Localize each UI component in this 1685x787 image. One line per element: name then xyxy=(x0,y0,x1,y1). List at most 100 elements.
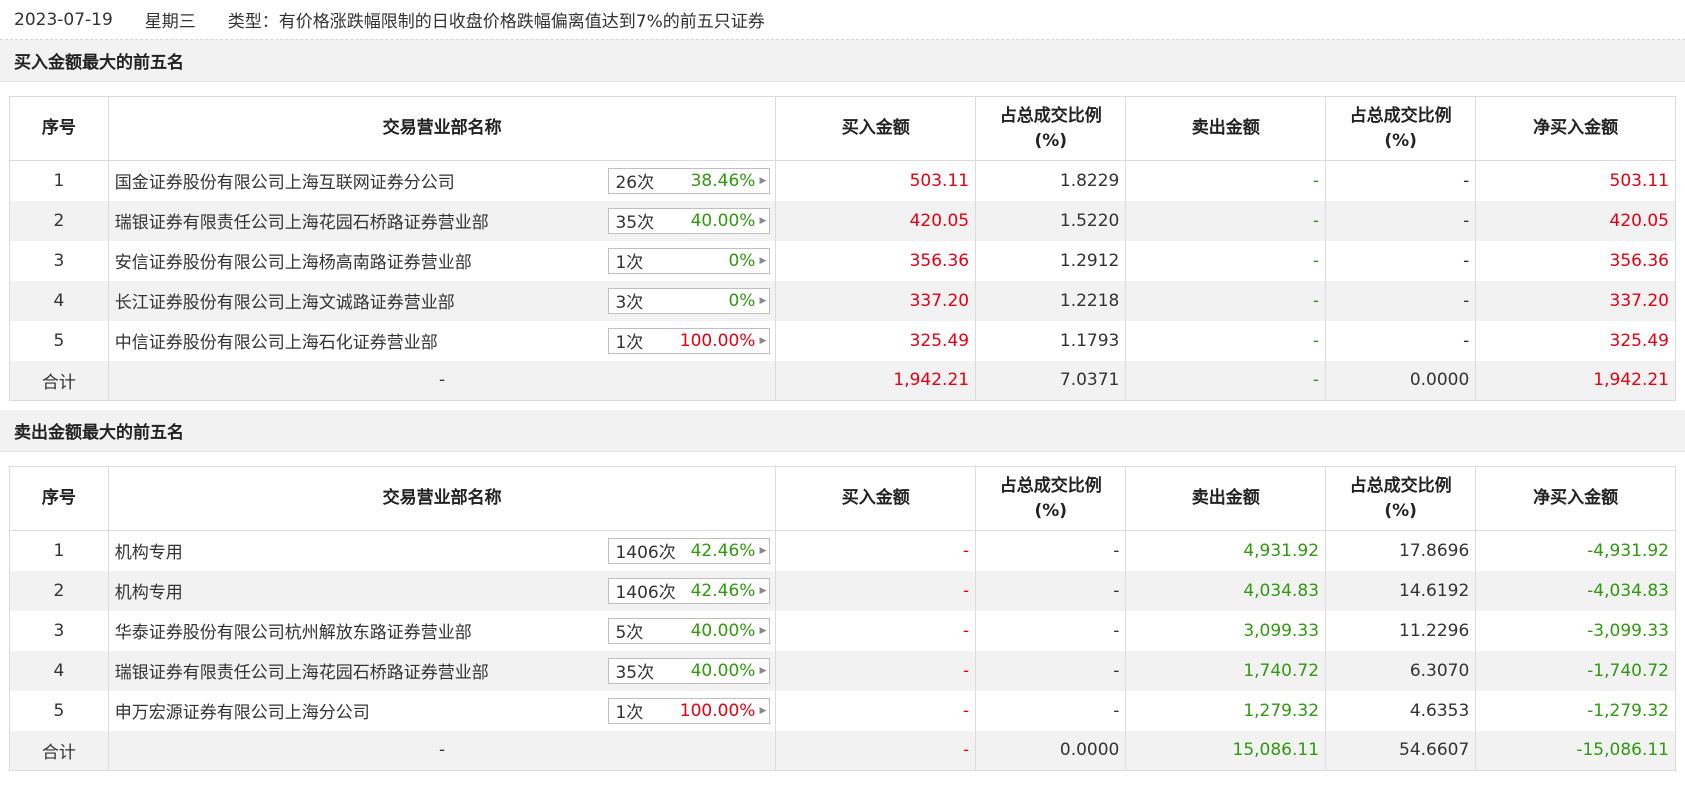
total-net-buy: -15,086.11 xyxy=(1475,730,1676,771)
branch-stats-button[interactable]: 26次 38.46% ▶ xyxy=(608,167,771,194)
total-sell-ratio: 54.6607 xyxy=(1325,730,1477,771)
total-sell-amount: - xyxy=(1125,360,1327,401)
buy-amount: - xyxy=(775,610,977,651)
listing-count: 1次 xyxy=(615,703,644,723)
col-net-buy: 净买入金额 xyxy=(1475,466,1676,531)
branch-stats-button[interactable]: 1次 100.00% ▶ xyxy=(608,327,771,354)
buy-top5-table: 序号 交易营业部名称 买入金额 占总成交比例 (%) 卖出金额 占总成交比例 (%)… xyxy=(9,96,1676,401)
sell-amount: 1,740.72 xyxy=(1125,650,1327,691)
branch-stats-button[interactable]: 1次 0% ▶ xyxy=(608,247,771,274)
buy-ratio: 1.8229 xyxy=(975,160,1127,201)
branch-name-link[interactable]: 华泰证券股份有限公司杭州解放东路证券营业部 xyxy=(115,618,472,643)
total-buy-ratio: 7.0371 xyxy=(975,360,1127,401)
buy-ratio: - xyxy=(975,690,1127,731)
table-row: 3 华泰证券股份有限公司杭州解放东路证券营业部 5次 40.00% ▶ - -3,099.3… xyxy=(9,610,1676,651)
branch-name-link[interactable]: 长江证券股份有限公司上海文诚路证券营业部 xyxy=(115,288,455,313)
col-buy-ratio: 占总成交比例 (%) xyxy=(975,96,1127,161)
listing-count: 1次 xyxy=(615,333,644,353)
sell-amount: 4,931.92 xyxy=(1125,530,1327,571)
table-row: 1 国金证券股份有限公司上海互联网证券分公司 26次 38.46% ▶ 503.11 1.8… xyxy=(9,160,1676,201)
branch-cell: 瑞银证券有限责任公司上海花园石桥路证券营业部 35次 40.00% ▶ xyxy=(107,650,777,691)
branch-stats-button[interactable]: 3次 0% ▶ xyxy=(608,287,771,314)
branch-stats-button[interactable]: 1次 100.00% ▶ xyxy=(608,697,771,724)
row-index: 3 xyxy=(9,610,109,651)
total-buy-amount: - xyxy=(775,730,977,771)
row-index: 5 xyxy=(9,320,109,361)
table-row: 2 机构专用 1406次 42.46% ▶ - -4,034.83 14.6192 -4,034… xyxy=(9,570,1676,611)
col-branch-name: 交易营业部名称 xyxy=(107,96,777,161)
table-row: 4 瑞银证券有限责任公司上海花园石桥路证券营业部 35次 40.00% ▶ - -1,740… xyxy=(9,650,1676,691)
listing-count: 26次 xyxy=(615,173,655,194)
branch-cell: 长江证券股份有限公司上海文诚路证券营业部 3次 0% ▶ xyxy=(107,280,777,321)
table-row: 2 瑞银证券有限责任公司上海花园石桥路证券营业部 35次 40.00% ▶ 420.05 1… xyxy=(9,200,1676,241)
col-buy-ratio: 占总成交比例 (%) xyxy=(975,466,1127,531)
row-index: 2 xyxy=(9,200,109,241)
col-buy-amount: 买入金额 xyxy=(775,466,977,531)
weekday: 星期三 xyxy=(144,12,196,32)
col-net-buy: 净买入金额 xyxy=(1475,96,1676,161)
win-rate: 100.00% xyxy=(679,330,756,351)
total-branch-name: - xyxy=(107,360,777,401)
caret-right-icon: ▶ xyxy=(759,625,767,636)
table-row: 3 安信证券股份有限公司上海杨高南路证券营业部 1次 0% ▶ 356.36 1.2912-… xyxy=(9,240,1676,281)
total-sell-amount: 15,086.11 xyxy=(1125,730,1327,771)
net-buy-amount: 337.20 xyxy=(1475,280,1676,321)
branch-name-link[interactable]: 国金证券股份有限公司上海互联网证券分公司 xyxy=(115,168,455,193)
net-buy-amount: -4,931.92 xyxy=(1475,530,1676,571)
col-sell-amount: 卖出金额 xyxy=(1125,96,1327,161)
sell-section-title: 卖出金额最大的前五名 xyxy=(0,410,1685,452)
row-index: 3 xyxy=(9,240,109,281)
sell-ratio: 11.2296 xyxy=(1325,610,1477,651)
branch-stats-button[interactable]: 35次 40.00% ▶ xyxy=(608,207,771,234)
sell-amount: 4,034.83 xyxy=(1125,570,1327,611)
branch-stats-button[interactable]: 1406次 42.46% ▶ xyxy=(608,537,771,564)
sell-ratio: - xyxy=(1325,240,1477,281)
branch-name-link[interactable]: 机构专用 xyxy=(115,578,183,603)
listing-count: 1406次 xyxy=(615,583,676,603)
branch-name-link[interactable]: 中信证券股份有限公司上海石化证券营业部 xyxy=(115,328,438,353)
sell-amount: - xyxy=(1125,280,1327,321)
net-buy-amount: 420.05 xyxy=(1475,200,1676,241)
caret-right-icon: ▶ xyxy=(759,705,767,716)
total-buy-amount: 1,942.21 xyxy=(775,360,977,401)
win-rate: 38.46% xyxy=(690,170,756,191)
sell-amount: - xyxy=(1125,240,1327,281)
col-sell-ratio: 占总成交比例 (%) xyxy=(1325,466,1477,531)
branch-stats-button[interactable]: 1406次 42.46% ▶ xyxy=(608,577,771,604)
row-index: 1 xyxy=(9,160,109,201)
row-index: 1 xyxy=(9,530,109,571)
buy-ratio: - xyxy=(975,610,1127,651)
table-header-row: 序号 交易营业部名称 买入金额 占总成交比例 (%) 卖出金额 占总成交比例 (%)… xyxy=(9,96,1676,161)
branch-stats-button[interactable]: 5次 40.00% ▶ xyxy=(608,617,771,644)
net-buy-amount: 356.36 xyxy=(1475,240,1676,281)
total-branch-name: - xyxy=(107,730,777,771)
caret-right-icon: ▶ xyxy=(759,665,767,676)
branch-name-link[interactable]: 申万宏源证券有限公司上海分公司 xyxy=(115,698,370,723)
branch-stats-button[interactable]: 35次 40.00% ▶ xyxy=(608,657,771,684)
caret-right-icon: ▶ xyxy=(759,295,767,306)
date-type-line: 2023-07-19 星期三 类型：有价格涨跌幅限制的日收盘价格跌幅偏离值达到7… xyxy=(0,0,1685,40)
sell-ratio: - xyxy=(1325,280,1477,321)
total-row: 合计 - -0.0000 15,086.11 54.6607 -15,086.11 xyxy=(9,730,1676,771)
branch-name-link[interactable]: 瑞银证券有限责任公司上海花园石桥路证券营业部 xyxy=(115,658,489,683)
net-buy-amount: -4,034.83 xyxy=(1475,570,1676,611)
net-buy-amount: -1,279.32 xyxy=(1475,690,1676,731)
caret-right-icon: ▶ xyxy=(759,335,767,346)
branch-name-link[interactable]: 安信证券股份有限公司上海杨高南路证券营业部 xyxy=(115,248,472,273)
sell-ratio: - xyxy=(1325,200,1477,241)
col-index: 序号 xyxy=(9,466,109,531)
total-sell-ratio: 0.0000 xyxy=(1325,360,1477,401)
listing-count: 1次 xyxy=(615,253,644,273)
branch-name-link[interactable]: 瑞银证券有限责任公司上海花园石桥路证券营业部 xyxy=(115,208,489,233)
win-rate: 0% xyxy=(728,250,756,271)
buy-amount: 325.49 xyxy=(775,320,977,361)
table-row: 5 申万宏源证券有限公司上海分公司 1次 100.00% ▶ - -1,279.32 4.63… xyxy=(9,690,1676,731)
sell-amount: - xyxy=(1125,200,1327,241)
win-rate: 42.46% xyxy=(690,580,756,601)
sell-amount: - xyxy=(1125,160,1327,201)
buy-amount: 420.05 xyxy=(775,200,977,241)
branch-name-link[interactable]: 机构专用 xyxy=(115,538,183,563)
buy-ratio: 1.2912 xyxy=(975,240,1127,281)
sell-amount: 1,279.32 xyxy=(1125,690,1327,731)
caret-right-icon: ▶ xyxy=(759,175,767,186)
